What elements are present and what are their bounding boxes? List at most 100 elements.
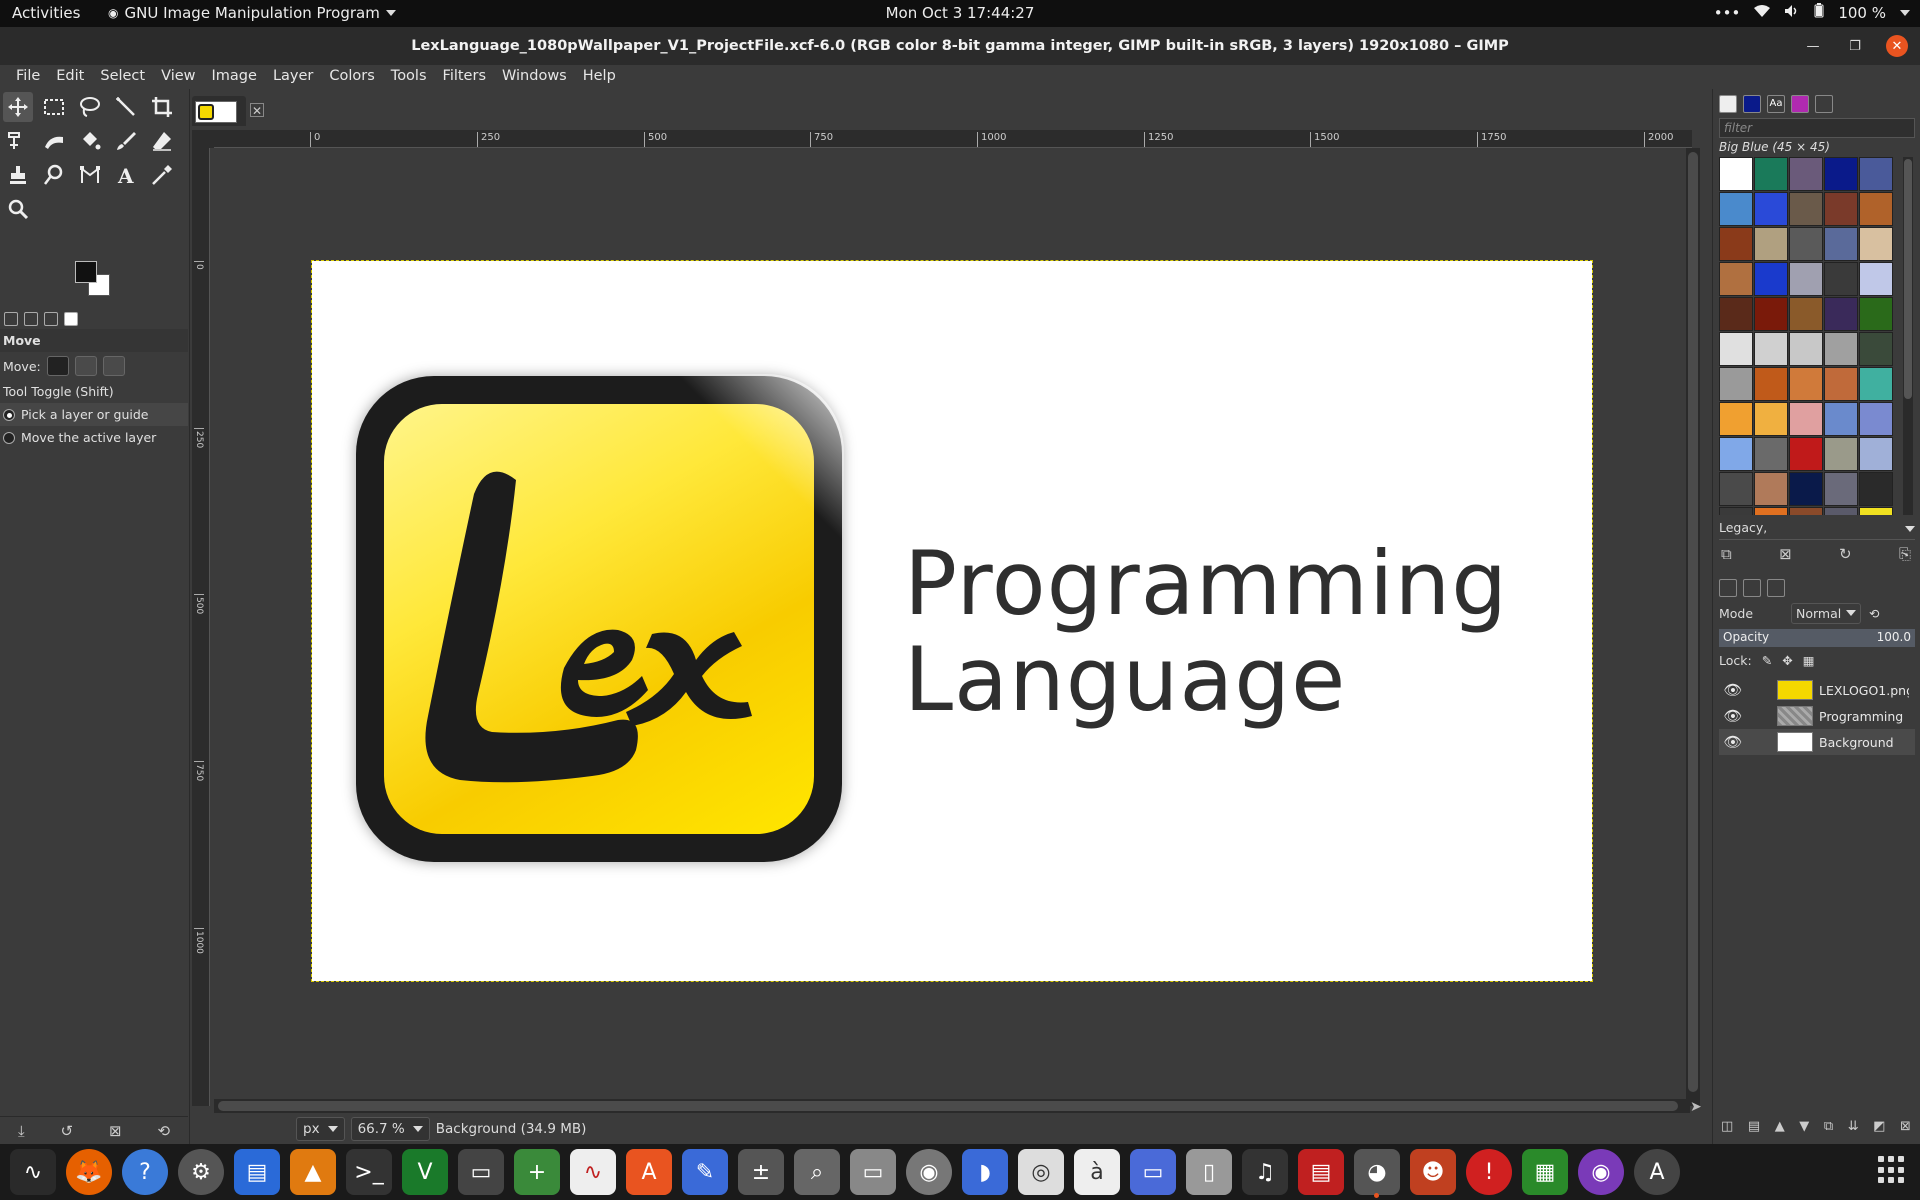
pattern-swatch[interactable] xyxy=(1824,472,1858,506)
device-status-tab[interactable] xyxy=(24,312,38,326)
pattern-swatch[interactable] xyxy=(1789,262,1823,296)
pattern-swatch[interactable] xyxy=(1754,402,1788,436)
pattern-swatch[interactable] xyxy=(1824,437,1858,471)
image-canvas[interactable]: Programming Language xyxy=(311,260,1593,982)
horizontal-scroll-thumb[interactable] xyxy=(218,1101,1678,1111)
software-center-icon[interactable]: A xyxy=(626,1149,672,1195)
pattern-swatch[interactable] xyxy=(1754,507,1788,515)
refresh-patterns-icon[interactable]: ↻ xyxy=(1839,545,1852,563)
pick-layer-label[interactable]: Pick a layer or guide xyxy=(21,407,149,422)
channels-tab[interactable] xyxy=(1743,579,1761,597)
pattern-swatch[interactable] xyxy=(1789,332,1823,366)
pattern-swatch[interactable] xyxy=(1789,227,1823,261)
pattern-swatch[interactable] xyxy=(1754,367,1788,401)
game-icon[interactable]: ☻ xyxy=(1410,1149,1456,1195)
pattern-swatch[interactable] xyxy=(1719,227,1753,261)
image-viewer-icon[interactable]: ⌕ xyxy=(794,1149,840,1195)
navigate-icon[interactable]: ➤ xyxy=(1690,1099,1706,1115)
menu-image[interactable]: Image xyxy=(204,65,265,89)
menu-view[interactable]: View xyxy=(153,65,203,89)
vlc-icon[interactable]: ▲ xyxy=(290,1149,336,1195)
move-layer-mode-button[interactable] xyxy=(46,356,69,376)
move-active-radio[interactable] xyxy=(3,431,15,444)
pattern-swatch[interactable] xyxy=(1824,262,1858,296)
pattern-swatch[interactable] xyxy=(1789,367,1823,401)
pattern-scroll-thumb[interactable] xyxy=(1904,159,1912,399)
move-path-mode-button[interactable] xyxy=(102,356,125,376)
character-map-icon[interactable]: à xyxy=(1074,1149,1120,1195)
pattern-swatch[interactable] xyxy=(1859,157,1893,191)
raise-layer-icon[interactable]: ▲ xyxy=(1775,1119,1785,1134)
pattern-swatch[interactable] xyxy=(1859,367,1893,401)
pattern-swatch[interactable] xyxy=(1824,507,1858,515)
pattern-swatch[interactable] xyxy=(1754,227,1788,261)
paintbrush-tool-icon[interactable] xyxy=(111,126,141,156)
pattern-swatch[interactable] xyxy=(1824,332,1858,366)
terminal-icon[interactable]: >_ xyxy=(346,1149,392,1195)
foreground-color-swatch[interactable] xyxy=(75,261,97,283)
archive-icon[interactable]: ▯ xyxy=(1186,1149,1232,1195)
menu-tools[interactable]: Tools xyxy=(383,65,435,89)
pattern-swatch[interactable] xyxy=(1719,157,1753,191)
pattern-swatch[interactable] xyxy=(1859,262,1893,296)
lasso-tool-icon[interactable] xyxy=(75,92,105,122)
vertical-scroll-thumb[interactable] xyxy=(1688,152,1698,1092)
pattern-swatch[interactable] xyxy=(1719,332,1753,366)
window-title-bar[interactable]: LexLanguage_1080pWallpaper_V1_ProjectFil… xyxy=(0,27,1920,65)
new-layer-group-icon[interactable]: ▤ xyxy=(1748,1119,1760,1134)
minimize-button[interactable]: — xyxy=(1802,35,1824,57)
help-icon[interactable]: ? xyxy=(122,1149,168,1195)
move-active-label[interactable]: Move the active layer xyxy=(21,430,156,445)
app-store-icon[interactable]: A xyxy=(1634,1149,1680,1195)
pattern-swatch[interactable] xyxy=(1754,437,1788,471)
add-mask-icon[interactable]: ◩ xyxy=(1873,1119,1885,1134)
pattern-swatch[interactable] xyxy=(1754,297,1788,331)
gimp-icon[interactable]: ◕ xyxy=(1354,1149,1400,1198)
lower-layer-icon[interactable]: ▼ xyxy=(1799,1119,1809,1134)
rect-select-tool-icon[interactable] xyxy=(39,92,69,122)
calculator-icon[interactable]: ± xyxy=(738,1149,784,1195)
visibility-eye-icon[interactable]: 👁 xyxy=(1719,707,1747,725)
pattern-swatch[interactable] xyxy=(1824,192,1858,226)
image-tab[interactable] xyxy=(192,96,246,126)
duplicate-layer-icon[interactable]: ⧉ xyxy=(1824,1119,1833,1134)
add-app-icon[interactable]: + xyxy=(514,1149,560,1195)
images-tab[interactable] xyxy=(64,312,78,326)
crop-tool-icon[interactable] xyxy=(147,92,177,122)
save-tool-preset-icon[interactable]: ⤓ xyxy=(18,1122,25,1140)
more-icon[interactable]: ••• xyxy=(1714,4,1741,22)
brushes-tab[interactable] xyxy=(1719,95,1737,113)
pattern-swatch[interactable] xyxy=(1754,157,1788,191)
duplicate-pattern-icon[interactable]: ⧉ xyxy=(1721,545,1732,563)
horizontal-ruler[interactable]: 0 250 500 750 1000 1250 1500 1750 2000 xyxy=(214,130,1692,148)
app-menu[interactable]: ◉ GNU Image Manipulation Program xyxy=(108,4,396,22)
activities-button[interactable]: Activities xyxy=(12,4,80,22)
pattern-swatch[interactable] xyxy=(1859,227,1893,261)
menu-filters[interactable]: Filters xyxy=(435,65,494,89)
pattern-swatch[interactable] xyxy=(1719,297,1753,331)
layers-tab[interactable] xyxy=(1719,579,1737,597)
layer-row[interactable]: 👁 Programming xyxy=(1719,703,1915,729)
pattern-swatch[interactable] xyxy=(1719,367,1753,401)
layer-name[interactable]: LEXLOGO1.png xyxy=(1819,683,1909,698)
lock-pixels-icon[interactable]: ✎ xyxy=(1762,653,1772,668)
pattern-swatch[interactable] xyxy=(1789,437,1823,471)
menu-windows[interactable]: Windows xyxy=(494,65,575,89)
pattern-swatch[interactable] xyxy=(1789,192,1823,226)
patterns-tab[interactable] xyxy=(1743,95,1761,113)
transform-tool-icon[interactable] xyxy=(3,126,33,156)
screenshot-icon[interactable]: ◉ xyxy=(1578,1149,1624,1195)
fg-bg-color-selector[interactable] xyxy=(75,261,120,301)
menu-file[interactable]: File xyxy=(8,65,48,89)
pattern-swatch[interactable] xyxy=(1859,472,1893,506)
layer-row[interactable]: 👁 LEXLOGO1.png xyxy=(1719,677,1915,703)
smudge-tool-icon[interactable] xyxy=(39,160,69,190)
alert-icon[interactable]: ! xyxy=(1466,1149,1512,1195)
pattern-swatch[interactable] xyxy=(1859,297,1893,331)
vim-icon[interactable]: V xyxy=(402,1149,448,1195)
pattern-scrollbar[interactable] xyxy=(1903,157,1913,515)
menu-layer[interactable]: Layer xyxy=(265,65,321,89)
pattern-swatch[interactable] xyxy=(1824,367,1858,401)
open-pattern-icon[interactable]: ⎘ xyxy=(1899,545,1911,563)
pattern-swatch[interactable] xyxy=(1719,437,1753,471)
